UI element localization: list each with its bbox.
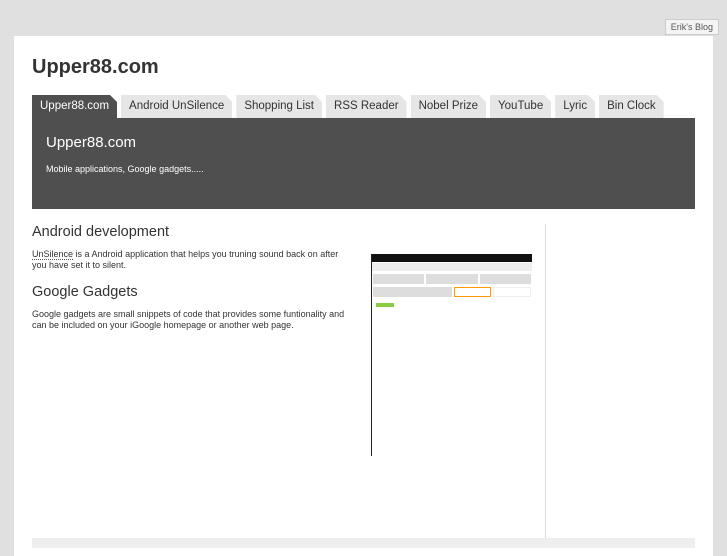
hero-banner: Upper88.com Mobile applications, Google …: [32, 118, 695, 209]
tab-shopping-list[interactable]: Shopping List: [236, 95, 322, 118]
tab-nobel-prize[interactable]: Nobel Prize: [411, 95, 486, 118]
section-heading: Android development: [32, 224, 170, 240]
sidebar-divider: [545, 224, 546, 538]
hero-subtitle: Mobile applications, Google gadgets.....: [46, 164, 204, 174]
hero-title: Upper88.com: [46, 134, 137, 151]
footer: [32, 538, 695, 548]
section-text-body: is a Android application that helps you …: [32, 249, 339, 270]
section-text: Google gadgets are small snippets of cod…: [32, 309, 345, 330]
section-text: UnSilence is a Android application that …: [32, 249, 352, 271]
page-container: Upper88.com Upper88.com Android UnSilenc…: [14, 36, 713, 556]
tab-bin-clock[interactable]: Bin Clock: [599, 95, 664, 118]
tab-upper88[interactable]: Upper88.com: [32, 95, 117, 118]
tab-android-unsilence[interactable]: Android UnSilence: [121, 95, 232, 118]
main-content: Android development UnSilence is a Andro…: [32, 224, 352, 344]
unsilence-link[interactable]: UnSilence: [32, 249, 74, 260]
section-heading: Google Gadgets: [32, 284, 138, 300]
tab-rss-reader[interactable]: RSS Reader: [326, 95, 407, 118]
tab-lyric[interactable]: Lyric: [555, 95, 595, 118]
tab-youtube[interactable]: YouTube: [490, 95, 551, 118]
eriks-blog-link[interactable]: Erik's Blog: [664, 19, 719, 35]
tab-bar: Upper88.com Android UnSilence Shopping L…: [32, 95, 664, 118]
app-screenshot-image: [371, 254, 532, 456]
site-title: Upper88.com: [32, 56, 159, 78]
